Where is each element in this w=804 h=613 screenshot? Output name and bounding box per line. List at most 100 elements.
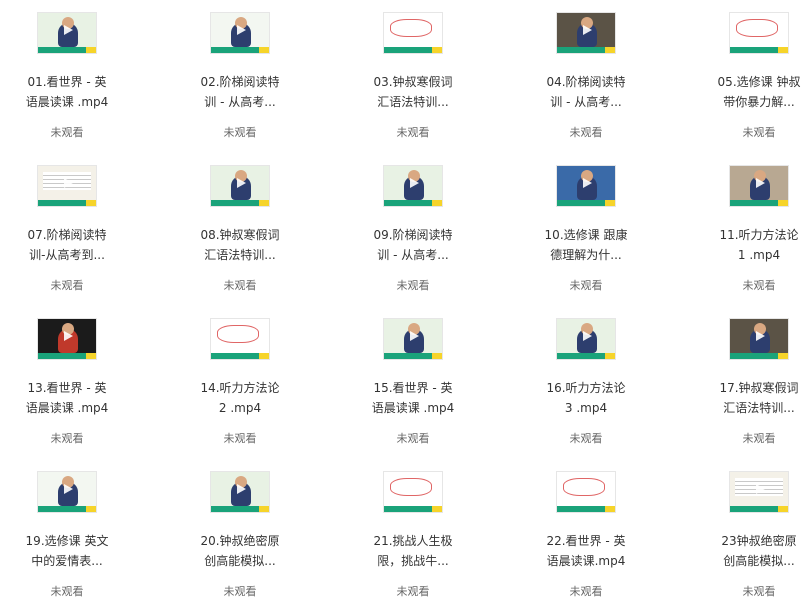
video-title-line2: 限，挑战牛...: [377, 554, 449, 568]
video-title[interactable]: 23钟叔绝密原 创高能模拟...: [704, 531, 804, 571]
video-thumbnail[interactable]: [37, 165, 97, 207]
video-title[interactable]: 21.挑战人生极 限，挑战牛...: [358, 531, 468, 571]
video-title[interactable]: 16.听力方法论 3 .mp4: [531, 378, 641, 418]
video-tile[interactable]: 03.钟叔寒假词 汇语法特训... 未观看: [346, 0, 480, 150]
video-title[interactable]: 22.看世界 - 英语晨读课.mp4: [531, 531, 641, 571]
video-title[interactable]: 11.听力方法论 1 .mp4: [704, 225, 804, 265]
video-title[interactable]: 13.看世界 - 英语晨读课 .mp4: [12, 378, 122, 418]
play-icon: [583, 483, 592, 494]
video-title[interactable]: 19.选修课 英文 中的爱情表...: [12, 531, 122, 571]
video-title[interactable]: 08.钟叔寒假词 汇语法特训...: [185, 225, 295, 265]
play-icon: [237, 177, 246, 188]
video-tile[interactable]: 16.听力方法论 3 .mp4 未观看: [519, 306, 653, 456]
video-title[interactable]: 14.听力方法论 2 .mp4: [185, 378, 295, 418]
video-thumbnail[interactable]: [729, 318, 789, 360]
video-tile[interactable]: 10.选修课 跟康 德理解为什... 未观看: [519, 153, 653, 303]
video-tile[interactable]: 17.钟叔寒假词 汇语法特训... 未观看: [692, 306, 804, 456]
watch-status: 未观看: [569, 126, 603, 139]
thumbnail-yellow-corner: [86, 353, 96, 359]
video-title[interactable]: 10.选修课 跟康 德理解为什...: [531, 225, 641, 265]
video-title[interactable]: 07.阶梯阅读特 训-从高考到...: [12, 225, 122, 265]
video-title[interactable]: 05.选修课 钟叔 带你暴力解...: [704, 72, 804, 112]
video-title-line1: 20.钟叔绝密原: [200, 534, 280, 548]
video-title-line1: 17.钟叔寒假词: [719, 381, 799, 395]
thumbnail-yellow-corner: [605, 200, 615, 206]
video-tile[interactable]: 21.挑战人生极 限，挑战牛... 未观看: [346, 459, 480, 609]
thumbnail-yellow-corner: [778, 47, 788, 53]
watch-status: 未观看: [742, 126, 776, 139]
video-tile[interactable]: 22.看世界 - 英语晨读课.mp4 未观看: [519, 459, 653, 609]
video-thumbnail[interactable]: [210, 12, 270, 54]
video-thumbnail[interactable]: [37, 12, 97, 54]
video-title-line1: 13.看世界 - 英: [27, 381, 107, 395]
video-title[interactable]: 17.钟叔寒假词 汇语法特训...: [704, 378, 804, 418]
watch-status: 未观看: [223, 585, 257, 598]
thumbnail-yellow-corner: [259, 353, 269, 359]
video-tile[interactable]: 14.听力方法论 2 .mp4 未观看: [173, 306, 307, 456]
watch-status: 未观看: [742, 432, 776, 445]
video-thumbnail[interactable]: [383, 165, 443, 207]
thumbnail-yellow-corner: [259, 200, 269, 206]
video-thumbnail[interactable]: [556, 12, 616, 54]
video-tile[interactable]: 01.看世界 - 英语晨读课 .mp4 未观看: [0, 0, 134, 150]
video-tile[interactable]: 09.阶梯阅读特训 - 从高考... 未观看: [346, 153, 480, 303]
video-title-line2: 创高能模拟...: [723, 554, 795, 568]
video-title[interactable]: 01.看世界 - 英语晨读课 .mp4: [12, 72, 122, 112]
watch-status: 未观看: [223, 126, 257, 139]
video-title[interactable]: 03.钟叔寒假词 汇语法特训...: [358, 72, 468, 112]
video-title-line1: 05.选修课 钟叔: [717, 75, 801, 89]
video-tile[interactable]: 04.阶梯阅读特训 - 从高考... 未观看: [519, 0, 653, 150]
video-tile[interactable]: 23钟叔绝密原 创高能模拟... 未观看: [692, 459, 804, 609]
video-title[interactable]: 09.阶梯阅读特训 - 从高考...: [358, 225, 468, 265]
play-icon: [237, 483, 246, 494]
video-thumbnail[interactable]: [383, 318, 443, 360]
video-tile[interactable]: 20.钟叔绝密原 创高能模拟... 未观看: [173, 459, 307, 609]
thumbnail-yellow-corner: [432, 353, 442, 359]
video-tile[interactable]: 02.阶梯阅读特训 - 从高考... 未观看: [173, 0, 307, 150]
video-title-line2: 2 .mp4: [218, 401, 262, 415]
video-thumbnail[interactable]: [729, 471, 789, 513]
video-title-line2: 创高能模拟...: [204, 554, 276, 568]
video-thumbnail[interactable]: [210, 165, 270, 207]
watch-status: 未观看: [742, 279, 776, 292]
video-tile[interactable]: 07.阶梯阅读特 训-从高考到... 未观看: [0, 153, 134, 303]
watch-status: 未观看: [569, 585, 603, 598]
video-title-line1: 14.听力方法论: [200, 381, 280, 395]
video-thumbnail[interactable]: [210, 471, 270, 513]
video-title-line2: 带你暴力解...: [723, 95, 795, 109]
video-thumbnail[interactable]: [210, 318, 270, 360]
watch-status: 未观看: [396, 126, 430, 139]
watch-status: 未观看: [396, 585, 430, 598]
video-thumbnail[interactable]: [383, 12, 443, 54]
video-tile[interactable]: 05.选修课 钟叔 带你暴力解... 未观看: [692, 0, 804, 150]
video-thumbnail[interactable]: [556, 318, 616, 360]
video-thumbnail[interactable]: [729, 165, 789, 207]
video-tile[interactable]: 08.钟叔寒假词 汇语法特训... 未观看: [173, 153, 307, 303]
thumbnail-yellow-corner: [432, 47, 442, 53]
video-tile[interactable]: 15.看世界 - 英语晨读课 .mp4 未观看: [346, 306, 480, 456]
watch-status: 未观看: [742, 585, 776, 598]
video-title-line2: 汇语法特训...: [204, 248, 276, 262]
video-thumbnail[interactable]: [556, 471, 616, 513]
video-title[interactable]: 15.看世界 - 英语晨读课 .mp4: [358, 378, 468, 418]
video-title-line1: 07.阶梯阅读特: [27, 228, 107, 242]
thumbnail-yellow-corner: [605, 506, 615, 512]
video-title[interactable]: 04.阶梯阅读特训 - 从高考...: [531, 72, 641, 112]
video-title-line1: 09.阶梯阅读特: [373, 228, 453, 242]
video-thumbnail[interactable]: [729, 12, 789, 54]
watch-status: 未观看: [396, 279, 430, 292]
thumbnail-yellow-corner: [778, 353, 788, 359]
video-title-line1: 22.看世界 - 英: [546, 534, 626, 548]
video-title[interactable]: 02.阶梯阅读特训 - 从高考...: [185, 72, 295, 112]
video-grid: 01.看世界 - 英语晨读课 .mp4 未观看 02.阶梯阅读特训 - 从高考...…: [0, 0, 804, 613]
video-title[interactable]: 20.钟叔绝密原 创高能模拟...: [185, 531, 295, 571]
video-tile[interactable]: 19.选修课 英文 中的爱情表... 未观看: [0, 459, 134, 609]
video-thumbnail[interactable]: [37, 318, 97, 360]
video-tile[interactable]: 13.看世界 - 英语晨读课 .mp4 未观看: [0, 306, 134, 456]
video-tile[interactable]: 11.听力方法论 1 .mp4 未观看: [692, 153, 804, 303]
video-title-line2: 语晨读课 .mp4: [371, 401, 455, 415]
video-thumbnail[interactable]: [383, 471, 443, 513]
play-icon: [583, 330, 592, 341]
video-thumbnail[interactable]: [556, 165, 616, 207]
video-thumbnail[interactable]: [37, 471, 97, 513]
